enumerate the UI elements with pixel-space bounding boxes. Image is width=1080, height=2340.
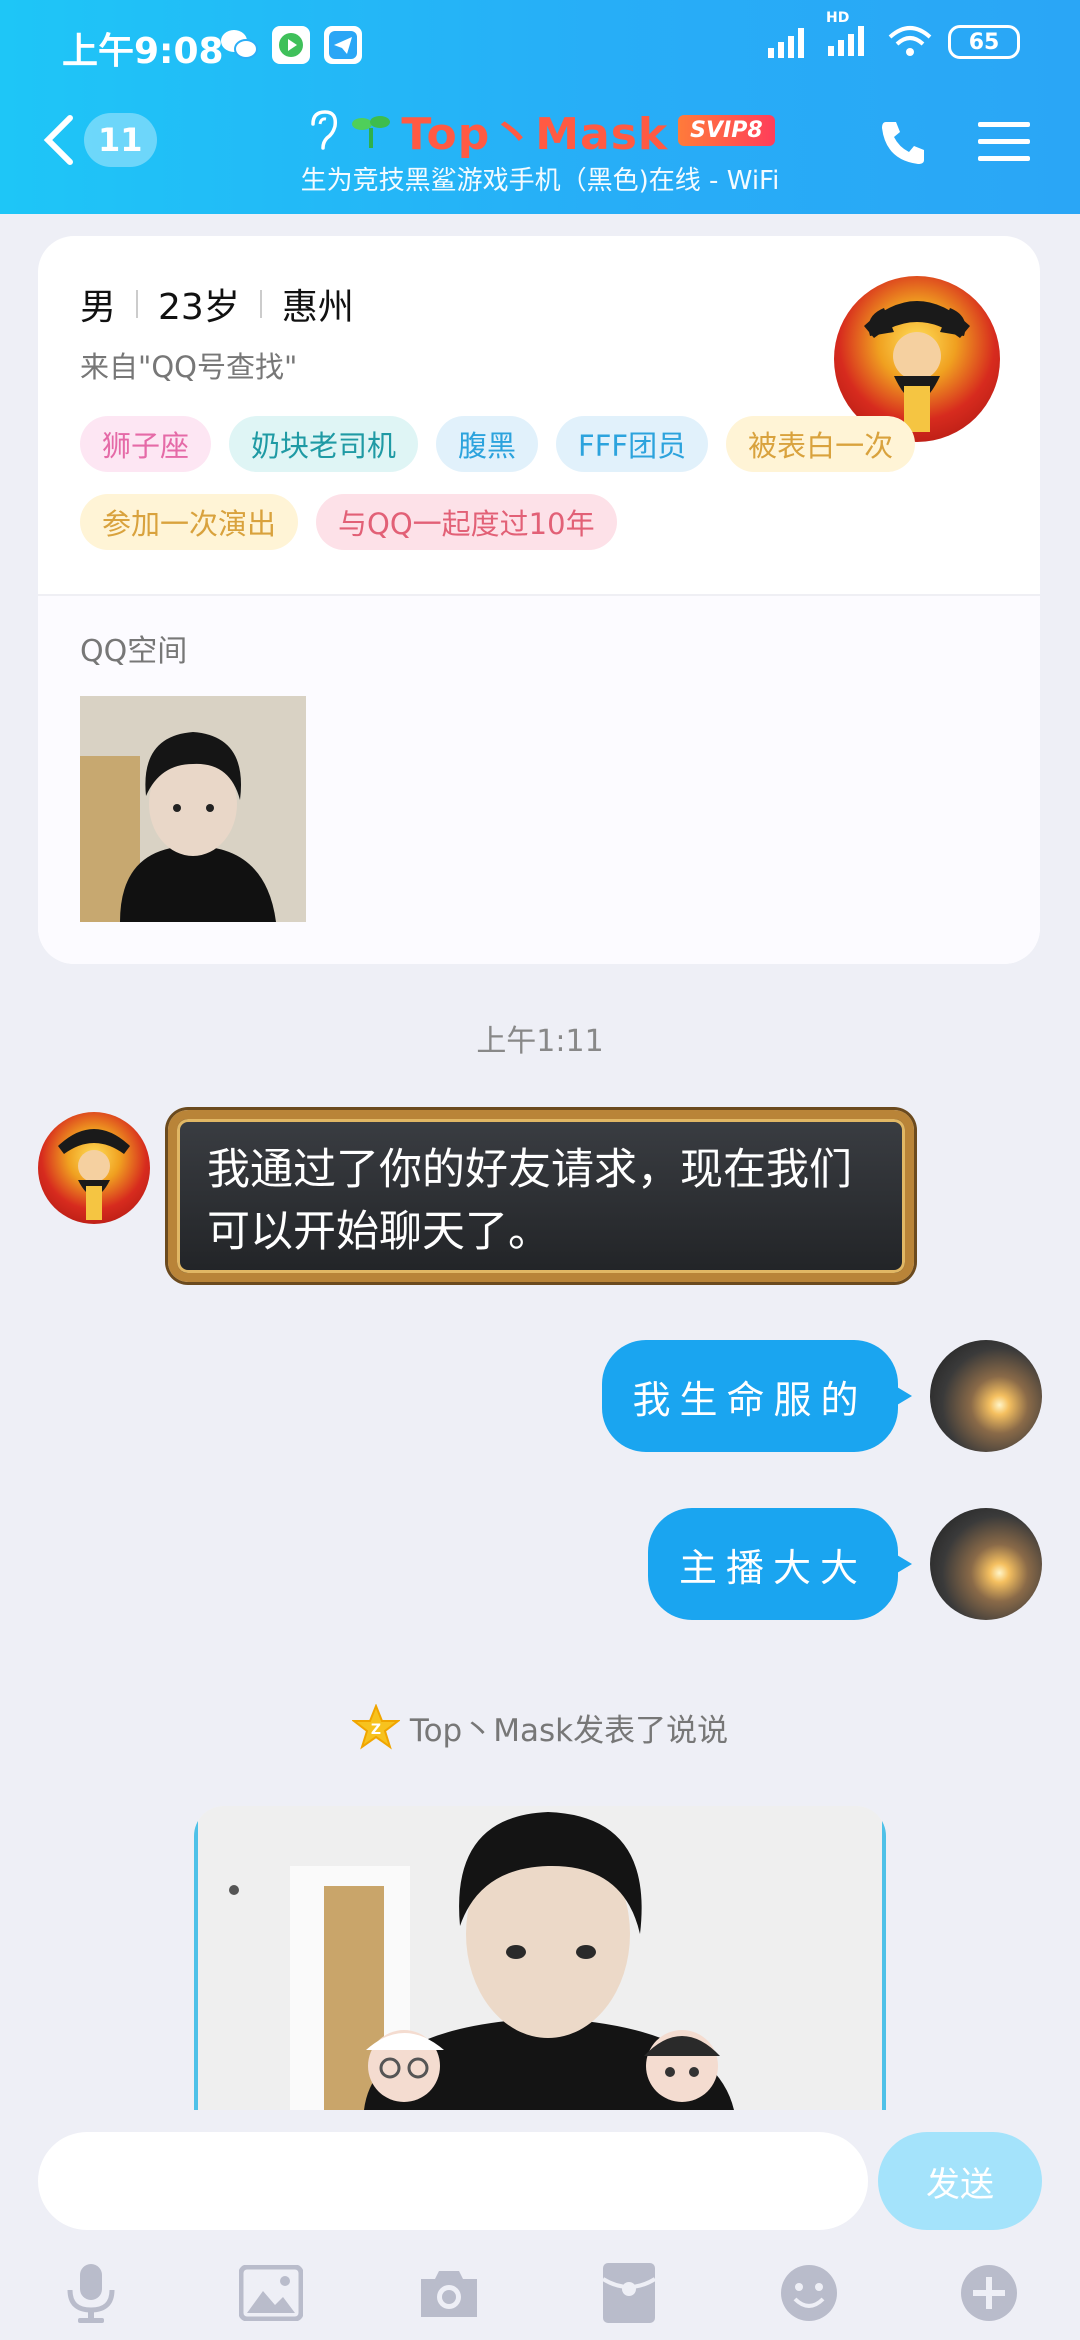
sprout-icon [352, 116, 391, 148]
message-bubble-sent[interactable]: 主播大大 [648, 1508, 912, 1620]
status-bar: 上午9:08 HD 65 [0, 0, 1080, 90]
feed-notice[interactable]: Z Top丶Mask发表了说说 [0, 1704, 1080, 1750]
emoji-icon [781, 2265, 837, 2321]
profile-card[interactable]: 男 23岁 惠州 来自"QQ号查找" 狮子座 奶块老司机 腹黑 FFF团员 被表… [38, 236, 1040, 964]
qzone-section[interactable]: QQ空间 [38, 594, 1040, 964]
red-packet-button[interactable] [594, 2258, 664, 2328]
message-timestamp: 上午1:11 [476, 1024, 604, 1059]
my-avatar[interactable] [930, 1340, 1042, 1452]
microphone-icon [67, 2264, 115, 2323]
gender: 男 [80, 287, 117, 328]
age: 23岁 [158, 287, 240, 328]
contact-avatar[interactable] [38, 1112, 150, 1224]
menu-button[interactable] [978, 118, 1030, 170]
divider [259, 290, 262, 318]
tag-game[interactable]: 奶块老司机 [229, 416, 419, 472]
status-indicators: HD 65 [768, 10, 1020, 60]
network-label: HD [826, 10, 850, 26]
svip-badge: SVIP8 [678, 114, 775, 146]
video-app-icon [272, 26, 310, 64]
message-text: 主播大大 [678, 1545, 867, 1590]
feed-notice-text: Top丶Mask发表了说说 [409, 1712, 729, 1749]
battery-indicator: 65 [948, 25, 1020, 59]
message-bubble-sent[interactable]: 我生命服的 [602, 1340, 912, 1452]
tag-personality[interactable]: 腹黑 [436, 416, 539, 472]
ear-icon [311, 110, 338, 150]
status-time: 上午9:08 [62, 31, 224, 72]
chat-header: 上午9:08 HD 65 11 Top丶Mask SVIP8 生为竞技黑鲨游戏手… [0, 0, 1080, 214]
telegram-icon [324, 26, 362, 64]
tag-performance[interactable]: 参加一次演出 [80, 494, 299, 550]
tag-zodiac[interactable]: 狮子座 [80, 416, 212, 472]
microphone-button[interactable] [56, 2258, 126, 2328]
more-button[interactable] [954, 2258, 1024, 2328]
nav-bar: 11 Top丶Mask SVIP8 生为竞技黑鲨游戏手机（黑色)在线 - WiF… [0, 90, 1080, 214]
send-button[interactable]: 发送 [878, 2132, 1042, 2230]
plus-icon [961, 2265, 1017, 2321]
input-toolbar [0, 2252, 1080, 2338]
wechat-icon [220, 26, 258, 64]
phone-icon [882, 122, 924, 164]
divider [136, 290, 139, 318]
feed-post-card[interactable] [194, 1806, 886, 2110]
message-text: 我通过了你的好友请求，现在我们可以开始聊天了。 [207, 1145, 852, 1257]
my-avatar[interactable] [930, 1508, 1042, 1620]
tag-qq-years[interactable]: 与QQ一起度过10年 [316, 494, 617, 550]
signal-icon [768, 28, 804, 58]
qzone-star-icon: Z [351, 1704, 400, 1750]
message-bubble-received[interactable]: 我通过了你的好友请求，现在我们可以开始聊天了。 [168, 1110, 914, 1282]
message-input[interactable] [38, 2132, 868, 2230]
hd-signal-icon: HD [826, 10, 872, 60]
location: 惠州 [281, 287, 354, 328]
input-area: 发送 [0, 2130, 1080, 2340]
qzone-photo[interactable] [80, 696, 306, 922]
basic-info: 男 23岁 惠州 [80, 278, 354, 330]
contact-name: Top丶Mask [401, 109, 669, 160]
qzone-label: QQ空间 [80, 634, 188, 669]
tag-confession[interactable]: 被表白一次 [726, 416, 916, 472]
camera-icon [421, 2271, 477, 2317]
red-packet-icon [601, 2263, 657, 2323]
svg-text:Z: Z [371, 1722, 381, 1738]
wifi-icon [888, 26, 932, 56]
call-button[interactable] [876, 116, 930, 174]
tag-group[interactable]: FFF团员 [556, 416, 709, 472]
emoji-button[interactable] [774, 2258, 844, 2328]
profile-info: 男 23岁 惠州 来自"QQ号查找" 狮子座 奶块老司机 腹黑 FFF团员 被表… [38, 236, 1040, 594]
camera-button[interactable] [414, 2258, 484, 2328]
image-button[interactable] [236, 2258, 306, 2328]
notification-icons [220, 26, 362, 64]
hamburger-menu-icon [978, 122, 1030, 161]
friend-source: 来自"QQ号查找" [80, 350, 298, 384]
image-icon [239, 2265, 303, 2321]
profile-tags: 狮子座 奶块老司机 腹黑 FFF团员 被表白一次 参加一次演出 与QQ一起度过1… [80, 416, 980, 550]
message-text: 我生命服的 [632, 1377, 868, 1422]
